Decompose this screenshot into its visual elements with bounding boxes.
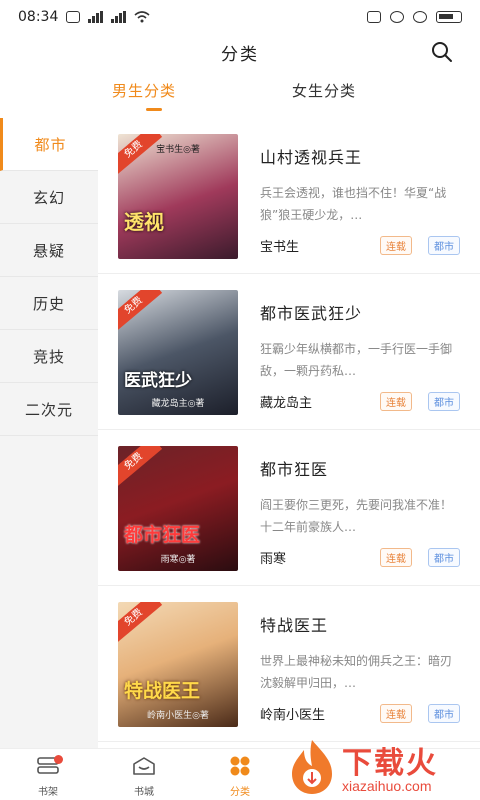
status-time: 08:34 (18, 9, 59, 25)
sidebar-item-jingji[interactable]: 竞技 (0, 330, 98, 383)
status-badge: 连载 (380, 548, 412, 567)
book-author: 藏龙岛主 (260, 396, 313, 411)
genre-badge: 都市 (428, 704, 460, 723)
page-title: 分类 (221, 44, 259, 65)
cover-title: 透视 (124, 210, 164, 234)
cover-author: 雨寒◎著 (160, 555, 196, 565)
book-cover[interactable]: 免费 宝书生◎著 透视 (118, 134, 238, 259)
nav-bookshelf[interactable]: 书架 (18, 755, 78, 798)
book-description: 世界上最神秘未知的佣兵之王：暗刃沈毅解甲归田，… (260, 654, 453, 690)
book-item[interactable]: 免费 都市狂医 雨寒◎著 都市狂医 阎王要你三更死，先要问我准不准！十二年前豪族… (98, 430, 480, 586)
sidebar-item-xuanhuan[interactable]: 玄幻 (0, 171, 98, 224)
book-author: 宝书生 (260, 240, 300, 255)
cover-title: 特战医王 (124, 680, 201, 702)
signal-icon-2 (111, 11, 127, 23)
sidebar-item-xuanyi[interactable]: 悬疑 (0, 224, 98, 277)
status-badge: 连载 (380, 392, 412, 411)
nav-category[interactable]: 分类 (210, 755, 270, 798)
notification-dot (54, 755, 63, 764)
book-item[interactable]: 免费 特战医王 岭南小医生◎著 特战医王 世界上最神秘未知的佣兵之王：暗刃沈毅解… (98, 586, 480, 742)
notification-icon (66, 11, 81, 23)
vibrate-icon (367, 11, 381, 23)
signal-icon (88, 11, 104, 23)
free-badge: 免费 (118, 602, 163, 644)
flame-logo-icon (292, 740, 332, 794)
nav-category-label: 分类 (230, 787, 250, 798)
book-author: 雨寒 (260, 552, 287, 567)
book-item[interactable]: 免费 医武狂少 藏龙岛主◎著 都市医武狂少 狂霸少年纵横都市，一手行医一手御敌，… (98, 274, 480, 430)
status-bar: 08:34 (0, 0, 480, 34)
genre-badge: 都市 (428, 236, 460, 255)
watermark-text: 下载火 (342, 746, 438, 781)
book-cover[interactable]: 免费 都市狂医 雨寒◎著 (118, 446, 238, 571)
nav-bookshelf-label: 书架 (38, 787, 58, 798)
book-item[interactable]: 免费 宝书生◎著 透视 山村透视兵王 兵王会透视，谁也挡不住！华夏“战狼”狼王硬… (98, 118, 480, 274)
status-badge: 连载 (380, 704, 412, 723)
free-badge: 免费 (118, 446, 163, 488)
tab-active-indicator (146, 108, 162, 111)
book-title[interactable]: 都市狂医 (260, 456, 328, 480)
cover-author: 岭南小医生◎著 (147, 711, 209, 721)
sidebar-item-erciyuan[interactable]: 二次元 (0, 383, 98, 436)
search-icon (432, 42, 452, 62)
alarm-icon (413, 11, 427, 23)
status-badge: 连载 (380, 236, 412, 255)
cover-title: 医武狂少 (124, 371, 192, 391)
book-title[interactable]: 特战医王 (260, 612, 328, 636)
nav-store[interactable]: 书城 (114, 755, 174, 798)
free-badge: 免费 (118, 290, 163, 332)
wifi-icon (134, 11, 150, 23)
store-icon (133, 757, 155, 775)
genre-badge: 都市 (428, 392, 460, 411)
cover-author: 宝书生◎著 (156, 145, 200, 155)
sidebar-item-dushi[interactable]: 都市 (0, 118, 98, 171)
book-description: 狂霸少年纵横都市，一手行医一手御敌，一颗丹药私… (260, 342, 453, 378)
nav-store-label: 书城 (134, 787, 154, 798)
watermark-url: xiazaihuo.com (342, 778, 432, 794)
tab-female[interactable]: 女生分类 (292, 80, 356, 101)
category-sidebar: 都市 玄幻 悬疑 历史 竞技 二次元 (0, 118, 98, 748)
top-bar: 分类 (0, 34, 480, 70)
watermark-logo: 下载火 xiazaihuo.com (284, 736, 480, 800)
sidebar-item-lishi[interactable]: 历史 (0, 277, 98, 330)
category-icon (230, 756, 250, 776)
search-button[interactable] (430, 40, 454, 64)
tab-male[interactable]: 男生分类 (112, 80, 176, 101)
book-title[interactable]: 山村透视兵王 (260, 144, 362, 168)
book-description: 兵王会透视，谁也挡不住！华夏“战狼”狼王硬少龙，… (260, 186, 447, 222)
gender-tabs: 男生分类 女生分类 (0, 70, 480, 118)
cover-title: 都市狂医 (124, 524, 201, 546)
lock-icon (390, 11, 404, 23)
battery-icon (436, 11, 462, 23)
cover-author: 藏龙岛主◎著 (151, 399, 205, 409)
genre-badge: 都市 (428, 548, 460, 567)
book-author: 岭南小医生 (260, 708, 326, 723)
book-cover[interactable]: 免费 医武狂少 藏龙岛主◎著 (118, 290, 238, 415)
book-cover[interactable]: 免费 特战医王 岭南小医生◎著 (118, 602, 238, 727)
book-list: 免费 宝书生◎著 透视 山村透视兵王 兵王会透视，谁也挡不住！华夏“战狼”狼王硬… (98, 118, 480, 748)
book-title[interactable]: 都市医武狂少 (260, 300, 362, 324)
book-description: 阎王要你三更死，先要问我准不准！十二年前豪族人… (260, 498, 453, 534)
